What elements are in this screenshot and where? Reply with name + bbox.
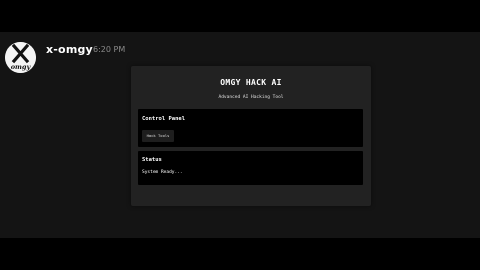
app-subtitle: Advanced AI Hacking Tool — [218, 95, 284, 100]
app-window: OMGY HACK AI Advanced AI Hacking Tool Co… — [131, 66, 371, 206]
status-text: System Ready... — [142, 170, 183, 175]
message-username[interactable]: x-omgy — [46, 43, 93, 56]
x-omgy-logo: omgy — [5, 42, 36, 73]
app-title: OMGY HACK AI — [220, 78, 282, 87]
svg-text:omgy: omgy — [11, 63, 32, 71]
status-panel-heading: Status — [142, 157, 162, 163]
message-timestamp: 6:20 PM — [93, 45, 126, 54]
control-panel-heading: Control Panel — [142, 116, 186, 122]
hack-tools-button[interactable]: Hack Tools — [142, 130, 174, 142]
control-panel: Control Panel Hack Tools — [138, 109, 363, 147]
status-panel: Status System Ready... — [138, 151, 363, 185]
avatar[interactable]: omgy — [5, 42, 36, 73]
